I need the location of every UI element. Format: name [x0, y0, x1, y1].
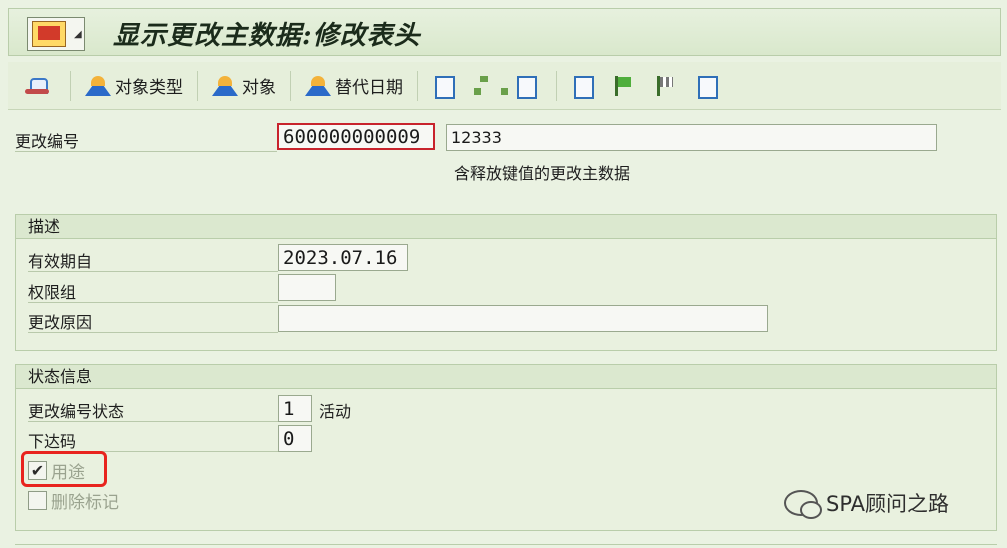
watermark-text: SPA顾问之路 — [826, 492, 950, 516]
authorization-group-label: 权限组 — [28, 279, 278, 303]
mountain-icon — [85, 74, 111, 98]
flag-icon — [611, 74, 637, 98]
watermark: SPA顾问之路 — [784, 488, 950, 519]
release-key-note: 含释放键值的更改主数据 — [454, 164, 631, 183]
status-info-group-title: 状态信息 — [16, 365, 996, 389]
change-reason-label: 更改原因 — [28, 309, 278, 333]
change-number-label: 更改编号 — [15, 128, 277, 152]
menu-icon — [32, 21, 66, 47]
hourglass-button[interactable] — [426, 69, 466, 103]
change-status-text: 活动 — [319, 402, 352, 421]
app-menu-button[interactable]: ◢ — [27, 17, 85, 51]
hourglass-icon — [432, 74, 456, 99]
object-label: 对象 — [242, 78, 276, 98]
valid-from-field[interactable]: 2023.07.16 — [278, 244, 408, 271]
checkered-flag-button[interactable] — [647, 69, 689, 103]
document-icon — [571, 74, 595, 99]
highlight-box — [21, 451, 107, 487]
copy-icon — [695, 74, 719, 99]
valid-from-label: 有效期自 — [28, 248, 278, 272]
edit-button[interactable] — [508, 69, 548, 103]
mountain-icon — [305, 74, 331, 98]
hat-icon — [24, 74, 52, 98]
release-key-field[interactable]: 0 — [278, 425, 312, 452]
hierarchy-icon — [472, 74, 508, 98]
change-number-field[interactable]: 600000000009 — [277, 123, 435, 150]
authorization-group-field[interactable] — [278, 274, 336, 301]
deletion-flag-label: 删除标记 — [51, 493, 119, 513]
change-description-field[interactable]: 12333 — [446, 124, 937, 151]
bottom-group-edge — [15, 544, 997, 548]
deletion-flag-checkbox[interactable]: 删除标记 — [28, 488, 119, 513]
change-status-label: 更改编号状态 — [28, 398, 278, 422]
copy-button[interactable] — [689, 69, 729, 103]
pencil-icon — [514, 74, 538, 99]
release-key-label: 下达码 — [28, 428, 278, 452]
flag-button[interactable] — [605, 69, 647, 103]
document-button[interactable] — [565, 69, 605, 103]
object-type-button[interactable]: 对象类型 — [79, 69, 189, 103]
other-object-button[interactable] — [18, 69, 62, 103]
window-title: 显示更改主数据:修改表头 — [113, 21, 421, 51]
wechat-icon — [784, 490, 822, 519]
title-bar: ◢ 显示更改主数据:修改表头 — [8, 8, 1001, 56]
mountain-icon — [212, 74, 238, 98]
object-type-label: 对象类型 — [115, 78, 183, 98]
object-button[interactable]: 对象 — [206, 69, 282, 103]
empty-checkbox-icon — [28, 491, 47, 510]
checkered-flag-icon — [653, 74, 679, 98]
application-toolbar: 对象类型 对象 替代日期 — [8, 62, 1001, 110]
description-group-title: 描述 — [16, 215, 996, 239]
alternative-date-label: 替代日期 — [335, 78, 403, 98]
change-reason-field[interactable] — [278, 305, 768, 332]
hierarchy-button[interactable] — [466, 69, 508, 103]
change-status-field[interactable]: 1 — [278, 395, 312, 422]
dropdown-arrow-icon: ◢ — [74, 28, 82, 40]
alternative-date-button[interactable]: 替代日期 — [299, 69, 409, 103]
